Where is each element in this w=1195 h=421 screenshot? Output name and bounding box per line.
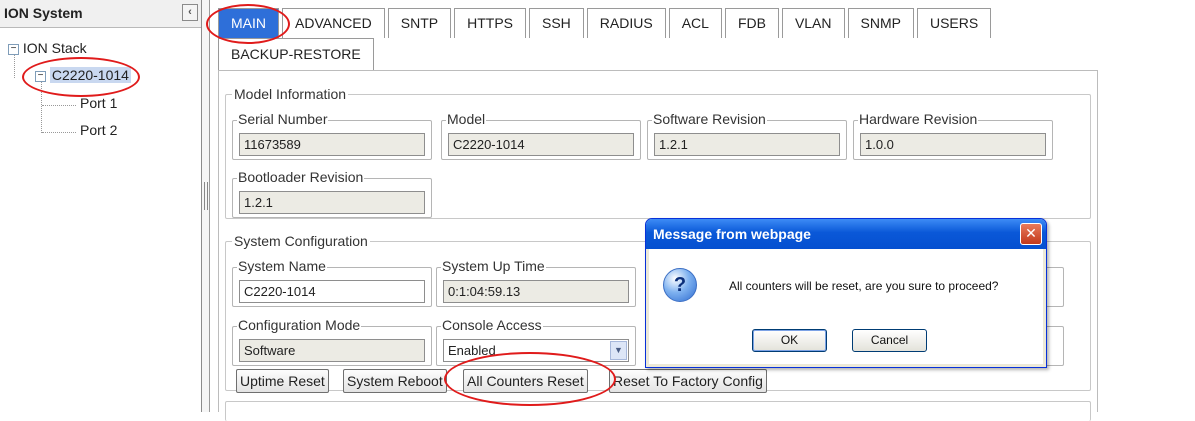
lower-section (225, 401, 1091, 421)
tree-node-device[interactable]: − C2220-1014 (35, 67, 131, 83)
field-label: System Name (237, 258, 327, 274)
confirm-dialog: Message from webpage ✕ ? All counters wi… (645, 218, 1047, 368)
system-name-field: System Name C2220-1014 (232, 258, 432, 307)
configuration-mode-field: Configuration Mode Software (232, 317, 432, 366)
system-name-input[interactable]: C2220-1014 (239, 280, 425, 303)
tab-bar: MAIN ADVANCED SNTP HTTPS SSH RADIUS ACL … (218, 8, 1098, 70)
dialog-titlebar[interactable]: Message from webpage ✕ (646, 219, 1046, 249)
tab-row: BACKUP-RESTORE (218, 38, 1098, 70)
software-revision-field: Software Revision 1.2.1 (647, 111, 847, 160)
field-label: Serial Number (237, 111, 329, 127)
tree-connector (42, 105, 76, 106)
hardware-revision-value: 1.0.0 (860, 133, 1046, 156)
console-access-field: Console Access Enabled ▼ (436, 317, 636, 366)
tree-node-label[interactable]: Port 1 (80, 95, 117, 111)
system-up-time-value: 0:1:04:59.13 (443, 280, 629, 303)
group-title: System Configuration (232, 233, 370, 249)
cancel-button[interactable]: Cancel (852, 329, 927, 352)
tab-https[interactable]: HTTPS (454, 8, 526, 38)
model-value: C2220-1014 (448, 133, 634, 156)
tab-vlan[interactable]: VLAN (781, 8, 845, 38)
panel-splitter[interactable] (202, 0, 210, 412)
system-up-time-field: System Up Time 0:1:04:59.13 (436, 258, 636, 307)
dialog-message: All counters will be reset, are you sure… (729, 279, 999, 293)
tree-connector (42, 132, 76, 133)
factory-reset-button[interactable]: Reset To Factory Config (609, 369, 767, 393)
model-field: Model C2220-1014 (441, 111, 641, 160)
hardware-revision-field: Hardware Revision 1.0.0 (853, 111, 1053, 160)
configuration-mode-value: Software (239, 339, 425, 362)
dialog-body: ? All counters will be reset, are you su… (649, 249, 1043, 364)
tree-node-label[interactable]: C2220-1014 (49, 67, 131, 83)
tab-backup-restore[interactable]: BACKUP-RESTORE (218, 38, 374, 70)
bootloader-revision-value: 1.2.1 (239, 191, 425, 214)
console-access-selected: Enabled (448, 343, 496, 358)
splitter-grip-icon[interactable] (204, 182, 208, 210)
serial-number-field: Serial Number 11673589 (232, 111, 432, 160)
field-label: Hardware Revision (858, 111, 979, 127)
field-label: Configuration Mode (237, 317, 362, 333)
tree-node-port-1[interactable]: Port 1 (80, 95, 117, 111)
serial-number-value: 11673589 (239, 133, 425, 156)
tree-node-label[interactable]: Port 2 (80, 122, 117, 138)
field-label: Model (446, 111, 487, 127)
tab-main[interactable]: MAIN (218, 8, 279, 38)
field-label: Software Revision (652, 111, 767, 127)
tree-panel-header: ION System ‹ (0, 0, 201, 28)
uptime-reset-button[interactable]: Uptime Reset (236, 369, 329, 393)
collapse-panel-icon[interactable]: ‹ (182, 4, 198, 21)
close-icon[interactable]: ✕ (1020, 223, 1042, 245)
tab-advanced[interactable]: ADVANCED (282, 8, 385, 38)
tree-panel: ION System ‹ − ION Stack − C2220-1014 Po… (0, 0, 202, 412)
dialog-title: Message from webpage (653, 226, 811, 242)
tree-panel-title: ION System (4, 5, 83, 21)
bootloader-revision-field: Bootloader Revision 1.2.1 (232, 169, 432, 218)
tab-sntp[interactable]: SNTP (387, 8, 452, 38)
field-label: Console Access (441, 317, 543, 333)
tab-users[interactable]: USERS (916, 8, 992, 38)
ok-button[interactable]: OK (752, 329, 827, 352)
system-reboot-button[interactable]: System Reboot (343, 369, 447, 393)
tree-node-ion-stack[interactable]: − ION Stack (8, 40, 87, 56)
software-revision-value: 1.2.1 (654, 133, 840, 156)
tab-fdb[interactable]: FDB (724, 8, 779, 38)
tab-ssh[interactable]: SSH (529, 8, 584, 38)
console-access-select[interactable]: Enabled ▼ (443, 339, 629, 362)
tab-row: MAIN ADVANCED SNTP HTTPS SSH RADIUS ACL … (218, 8, 1098, 38)
field-label: System Up Time (441, 258, 546, 274)
tree-node-port-2[interactable]: Port 2 (80, 122, 117, 138)
tree-node-label[interactable]: ION Stack (23, 40, 87, 56)
tree-collapse-icon[interactable]: − (35, 70, 46, 82)
model-information-group: Model Information Serial Number 11673589… (225, 86, 1091, 219)
group-title: Model Information (232, 86, 349, 102)
question-icon: ? (663, 268, 697, 302)
tab-radius[interactable]: RADIUS (586, 8, 666, 38)
tab-snmp[interactable]: SNMP (847, 8, 914, 38)
all-counters-reset-button[interactable]: All Counters Reset (463, 369, 588, 393)
field-label: Bootloader Revision (237, 169, 365, 185)
tab-acl[interactable]: ACL (668, 8, 722, 38)
chevron-down-icon[interactable]: ▼ (610, 341, 627, 360)
tree-collapse-icon[interactable]: − (8, 43, 19, 55)
